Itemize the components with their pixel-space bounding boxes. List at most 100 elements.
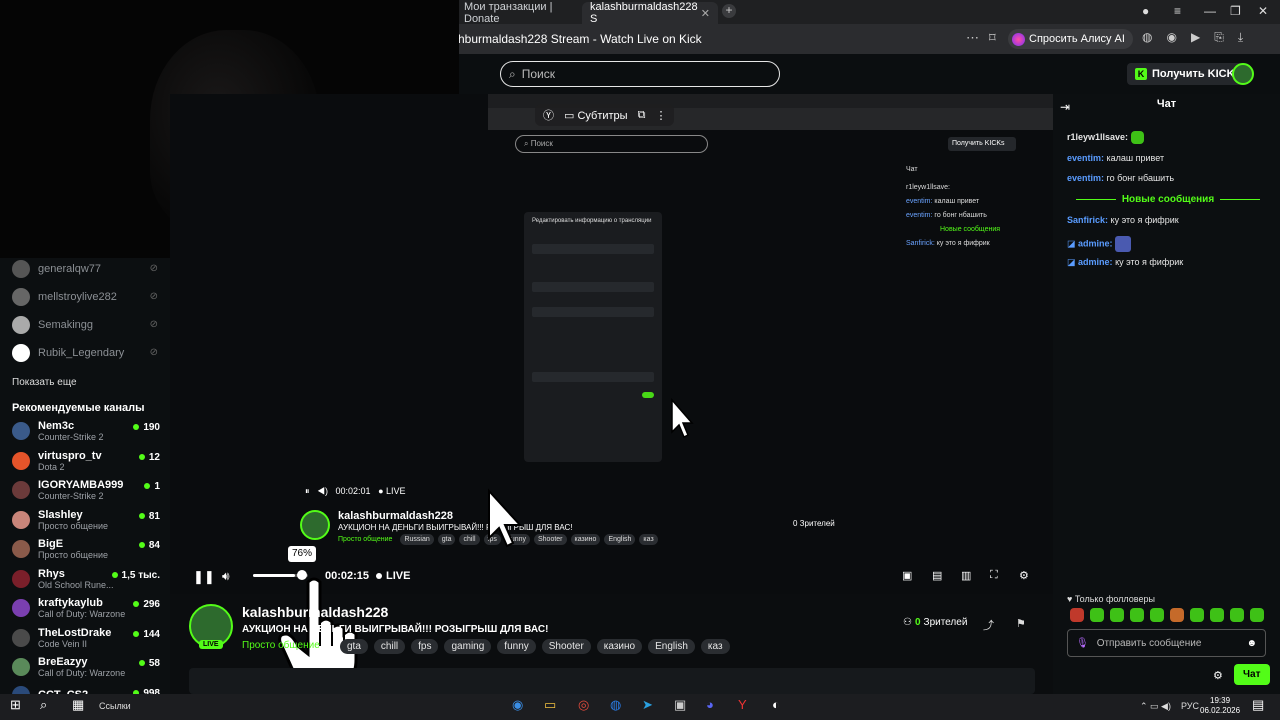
emote-icon[interactable] [1110,608,1124,622]
search-taskbar-icon[interactable]: ⌕ [40,697,47,713]
emote-icon[interactable] [1250,608,1264,622]
sidebar-followed-channel[interactable]: Rubik_Legendary ⊘ [12,344,162,362]
chat-username[interactable]: admine: [1078,238,1113,248]
collections-icon[interactable]: ⎘ [1214,30,1224,45]
maximize-icon[interactable]: ❐ [1230,4,1241,18]
more-vert-icon[interactable]: ⋮ [655,109,666,122]
sidebar-followed-channel[interactable]: Semakingg ⊘ [12,316,162,334]
tag[interactable]: fps [411,639,439,654]
emote-icon[interactable] [1210,608,1224,622]
chat-message-input[interactable]: 🎙︎ Отправить сообщение ☻ [1067,629,1266,657]
download-icon[interactable]: ⤓ [1238,30,1243,45]
chat-username[interactable]: eventim: [1067,153,1104,163]
tab-kick-stream[interactable]: kalashburmaldash228 S ✕ [582,1,718,25]
chat-username[interactable]: r1leyw1llsave: [1067,132,1128,142]
tag[interactable]: chill [373,639,406,654]
clock[interactable]: 19:39 06.02.2026 [1200,696,1240,716]
sidebar-item-channel[interactable]: IGORYAMBA999 Counter-Strike 2 1 [12,479,162,501]
emote-icon[interactable] [1230,608,1244,622]
chat-username[interactable]: admine: [1078,257,1113,267]
yandex-browser-icon[interactable]: Y [738,697,747,712]
share-icon[interactable]: ⤴ [983,617,994,633]
edge-icon[interactable]: ◉ [512,697,523,713]
notifications-icon[interactable]: ≡ [1174,4,1181,18]
show-more-link[interactable]: Показать еще [12,377,77,388]
bookmark-icon[interactable]: ⌑ [989,30,996,46]
chat-settings-icon[interactable]: ⚙ [1213,669,1223,682]
tag[interactable]: funny [497,639,536,654]
chat-username[interactable]: Sanfirick: [1067,215,1108,225]
ask-alice-button[interactable]: Спросить Алису AI [1008,29,1133,49]
tag[interactable]: gta [340,639,368,654]
get-kicks-button[interactable]: K Получить KICKs [1127,63,1249,85]
emote-icon[interactable] [1150,608,1164,622]
sidebar-item-channel[interactable]: CCT_CS2998 [12,685,162,694]
emote-icon[interactable] [1070,608,1084,622]
mic-icon[interactable]: 🎙︎ [1076,638,1089,649]
minimize-icon[interactable]: — [1204,4,1216,18]
subtitles-button[interactable]: ▭ Субтитры [564,109,628,122]
discord-icon[interactable]: ◕ [706,697,714,712]
language-indicator[interactable]: РУС [1181,701,1199,711]
tag[interactable]: каз [700,639,730,654]
emote-icon[interactable] [1190,608,1204,622]
emote-icon[interactable] [1130,608,1144,622]
sidebar-item-channel[interactable]: BreEazyy Call of Duty: Warzone 58 [12,656,162,678]
sidebar-followed-channel[interactable]: mellstroylive282 ⊘ [12,288,162,306]
stream-category[interactable]: Просто общение [242,640,320,651]
globe-icon[interactable]: ◍ [1142,30,1152,45]
emote-icon[interactable] [1170,608,1184,622]
sidebar-item-channel[interactable]: TheLostDrake Code Vein II 144 [12,627,162,649]
new-tab-button[interactable]: + [722,4,736,18]
chrome-icon[interactable]: ◎ [578,697,589,713]
app-icon[interactable]: ▣ [674,697,686,713]
live-indicator[interactable]: LIVE [376,570,410,582]
sidebar-item-channel[interactable]: Slashley Просто общение 81 [12,509,162,531]
pip-icon[interactable]: ⧉ [638,109,646,122]
pip-player-icon[interactable]: ▥ [961,569,971,582]
start-button[interactable]: ⊞ [10,697,21,713]
clip-icon[interactable]: ▤ [932,569,942,582]
links-toolbar[interactable]: Ссылки [99,701,131,711]
chat-message: ◪ admine: [1067,236,1132,252]
tag[interactable]: казино [596,639,643,654]
volume-icon[interactable]: 🔊︎ [222,569,230,584]
tray-icons[interactable]: ⌃ ▭ ◀) [1140,701,1171,712]
translate-icon[interactable]: ◉ [1166,30,1176,45]
sidebar-item-channel[interactable]: Rhys Old School Rune... 1,5 тыс. [12,568,162,590]
telegram-icon[interactable]: ➤ [642,697,653,713]
sidebar-item-channel[interactable]: kraftykaylub Call of Duty: Warzone 296 [12,597,162,619]
media-icon[interactable]: ▶ [1191,30,1200,45]
tab-donate[interactable]: Мои транзакции | Donate [456,1,580,25]
tag[interactable]: Shooter [541,639,591,654]
sidebar-item-channel[interactable]: BigE Просто общение 84 [12,538,162,560]
profile-icon[interactable]: ● [1142,4,1149,18]
task-view-icon[interactable]: ▦ [72,697,84,713]
checkmark-app-icon[interactable]: ◍ [610,697,621,713]
streamer-name[interactable]: kalashburmaldash228 [242,604,388,620]
tag[interactable]: English [648,639,695,654]
notification-center-icon[interactable]: ▤ [1252,697,1264,713]
tag[interactable]: gaming [444,639,492,654]
chat-username[interactable]: eventim: [1067,173,1104,183]
chat-send-button[interactable]: Чат [1234,664,1270,685]
close-tab-icon[interactable]: ✕ [701,7,710,20]
user-menu-icon[interactable]: ⚑ [1016,617,1026,630]
close-window-icon[interactable]: ✕ [1258,4,1268,18]
pause-button[interactable]: ❚❚ [193,569,215,585]
user-avatar[interactable] [1232,63,1254,85]
nested-tag: казино [570,534,601,545]
fullscreen-icon[interactable]: ⛶ [990,569,998,582]
emoji-icon[interactable]: ☻ [1246,638,1257,649]
theater-mode-icon[interactable]: ▣ [902,569,912,582]
explorer-icon[interactable]: ▭ [544,697,556,713]
settings-icon[interactable]: ⚙ [1019,569,1029,582]
search-input[interactable]: ⌕ Поиск [500,61,780,87]
sidebar-followed-channel[interactable]: generalqw77 ⊘ [12,260,162,278]
more-icon[interactable]: ⋯ [966,30,979,46]
sidebar-item-channel[interactable]: Nem3c Counter-Strike 2 190 [12,420,162,442]
emote-icon[interactable] [1090,608,1104,622]
obs-icon[interactable]: ◐ [772,697,780,712]
yandex-icon[interactable]: Ⓨ [543,107,554,123]
sidebar-item-channel[interactable]: virtuspro_tv Dota 2 12 [12,450,162,472]
